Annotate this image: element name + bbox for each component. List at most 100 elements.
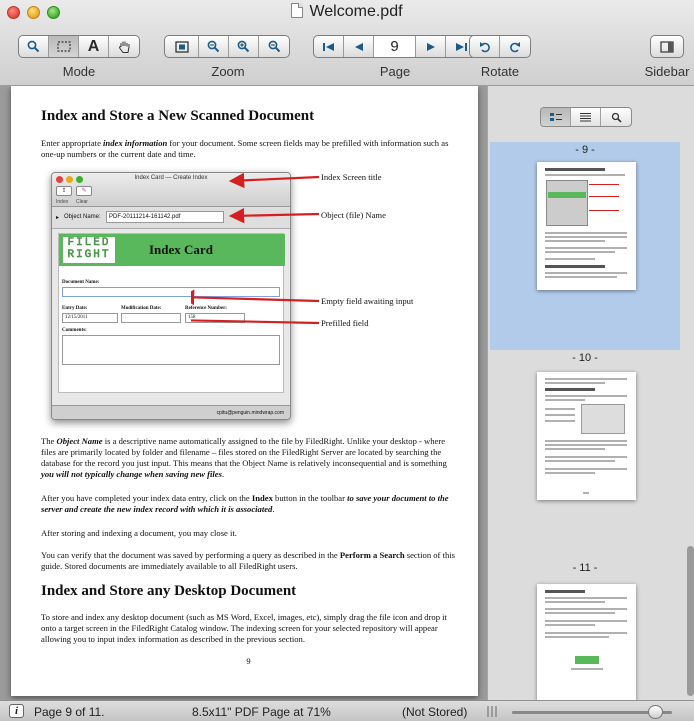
after-para-text-3: . [272,504,275,514]
magnifier-icon[interactable] [19,36,49,57]
object-name-paragraph: The Object Name is a descriptive name au… [41,436,456,480]
screenshot-disclosure-icon: ▸ [56,215,60,221]
zoom-in-icon[interactable] [229,36,259,57]
toolbar: Welcome.pdf A Mode Zoom 9 Page Rotate Si… [0,0,694,86]
object-para-text-1: The [41,436,57,446]
screenshot-clear-label: Clear [76,199,88,205]
page-info-text: Page 9 of 11. [34,705,105,719]
zoom-to-fit-icon[interactable] [165,36,199,57]
desktop-paragraph: To store and index any desktop document … [41,612,447,644]
zoom-segmented-control [164,35,290,58]
sidebar-scrollbar[interactable] [687,546,694,696]
page-label: Page [379,64,411,79]
page-number-field[interactable]: 9 [374,36,416,57]
search-icon[interactable] [601,108,631,126]
thumbnail-page-11[interactable]: - 11 - [490,560,680,700]
zoom-out-icon[interactable] [259,36,289,57]
after-para-text-2: button in the toolbar [272,493,348,503]
thumbnail-label: - 10 - [572,352,598,364]
rotate-right-icon[interactable] [500,36,530,57]
window-title: Welcome.pdf [0,3,694,21]
zoom-actual-icon[interactable] [199,36,229,57]
screenshot-index-icon: ⇪ [56,186,72,196]
rotate-label: Rotate [480,64,520,79]
screenshot-status-bar: cpitu@penguin.mindwrap.com [52,405,290,419]
thumbnail-sidebar: - 9 - - 10 - - 11 - [487,86,694,700]
sidebar-toggle-control [650,35,684,58]
marquee-select-icon[interactable] [49,36,79,57]
thumbnail-label: - 11 - [572,562,598,574]
after-entry-paragraph: After you have completed your index data… [41,493,456,515]
page-navigation-control: 9 [313,35,477,58]
window-title-text: Welcome.pdf [309,3,403,20]
object-para-emph-2: you will not typically change when savin… [41,469,222,479]
arrow-title [228,172,320,189]
thumbnail-page-10[interactable]: - 10 - [490,350,680,560]
sidebar-view-control [540,107,632,127]
arrow-empty [191,289,320,306]
callout-prefilled-field: Prefilled field [321,318,369,328]
arrow-object [228,208,320,224]
screenshot-clear-icon: ✎ [76,186,92,196]
thumbnail-image [537,162,636,290]
info-icon[interactable]: i [9,704,24,718]
document-view[interactable]: Index and Store a New Scanned Document E… [0,86,487,700]
comments-label: Comments: [62,328,87,333]
hand-scroll-icon[interactable] [109,36,139,57]
thumbnail-page-9[interactable]: - 9 - [490,142,680,350]
intro-emphasis: index information [103,138,168,148]
callout-empty-field: Empty field awaiting input [321,296,414,306]
mode-segmented-control: A [18,35,140,58]
thumbnail-view-icon[interactable] [541,108,571,126]
modification-date-field [121,313,181,323]
intro-paragraph: Enter appropriate index information for … [41,138,456,160]
rotate-segmented-control [469,35,531,58]
entry-date-field: 12/15/2011 [62,313,118,323]
thumbnail-size-icon [487,706,497,717]
zoom-label: Zoom [211,64,245,79]
pdf-document-icon [291,3,304,18]
thumbnail-image [537,584,636,700]
previous-page-icon[interactable] [344,36,374,57]
page-size-text: 8.5x11" PDF Page at 71% [192,705,331,719]
screenshot-index-label: Index [56,199,69,205]
verify-para-text-1: You can verify that the document was sav… [41,550,340,560]
object-para-emph-1: Object Name [56,436,103,446]
object-para-text-3: . [221,469,225,479]
pdf-page: Index and Store a New Scanned Document E… [11,86,478,696]
filedright-wordmark: FILED RIGHT [63,237,115,263]
mode-label: Mode [62,64,96,79]
thumbnail-label: - 9 - [575,144,595,156]
after-para-bold: Index [251,493,273,503]
close-paragraph: After storing and indexing a document, y… [41,528,237,538]
heading-index-scanned: Index and Store a New Scanned Document [41,108,315,124]
after-para-text-1: After you have completed your index data… [41,493,252,503]
arrow-prefilled [191,319,320,325]
status-bar: i Page 9 of 11. 8.5x11" PDF Page at 71% … [0,700,694,721]
comments-field [62,335,280,365]
callout-arrows [191,172,320,325]
logo-top-text: FILED [67,237,111,250]
entry-date-label: Entry Date: [62,306,88,311]
heading-index-desktop: Index and Store any Desktop Document [41,583,297,599]
sidebar-toggle-icon[interactable] [651,36,683,57]
next-page-icon[interactable] [416,36,446,57]
sidebar-label: Sidebar [644,64,690,79]
first-page-icon[interactable] [314,36,344,57]
verify-para-bold: Perform a Search [339,550,405,560]
logo-bottom-text: RIGHT [67,249,111,262]
thumbnail-size-slider-knob[interactable] [648,705,663,719]
storage-status-text: (Not Stored) [402,705,468,719]
document-name-label: Document Name: [62,280,100,285]
thumbnail-image [537,372,636,500]
text-select-icon[interactable]: A [79,36,109,57]
callout-index-title: Index Screen title [321,172,382,182]
modification-date-label: Modification Date: [121,306,162,311]
callout-object-name: Object (file) Name [321,210,386,220]
table-of-contents-icon[interactable] [571,108,601,126]
rotate-left-icon[interactable] [470,36,500,57]
preview-window: Welcome.pdf A Mode Zoom 9 Page Rotate Si… [0,0,694,721]
intro-text-1: Enter appropriate [41,138,104,148]
screenshot-object-label: Object Name: [64,214,101,220]
verify-paragraph: You can verify that the document was sav… [41,550,456,572]
